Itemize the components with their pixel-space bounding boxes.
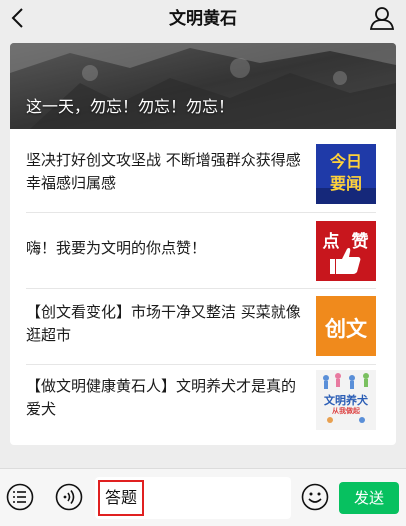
thumbs-up-icon — [330, 248, 361, 274]
news-item[interactable]: 嗨！我要为文明的你点赞！ 点 赞 — [10, 213, 396, 289]
news-title: 【创文看变化】市场干净又整洁 买菜就像逛超市 — [26, 303, 301, 344]
top-nav-bar: 文明黄石 — [0, 0, 406, 38]
news-title: 坚决打好创文攻坚战 不断增强群众获得感幸福感归属感 — [26, 151, 301, 192]
voice-icon[interactable] — [55, 483, 83, 511]
chat-input-toolbar: 答题 发送 — [0, 468, 406, 526]
banner-title: 这一天，勿忘！勿忘！勿忘！ — [26, 97, 235, 116]
message-input[interactable]: 答题 — [95, 477, 291, 519]
news-item[interactable]: 【做文明健康黄石人】文明养犬才是真的爱犬 文明养犬 从我做起 — [10, 365, 396, 441]
input-value-highlight: 答题 — [98, 480, 144, 516]
list-icon[interactable] — [6, 483, 34, 511]
news-thumbnail: 创文 — [316, 296, 376, 356]
page-title: 文明黄石 — [169, 9, 237, 29]
news-title: 嗨！我要为文明的你点赞！ — [26, 239, 207, 257]
send-button[interactable]: 发送 — [339, 482, 399, 514]
news-thumbnail: 点 赞 — [316, 221, 376, 281]
news-item[interactable]: 坚决打好创文攻坚战 不断增强群众获得感幸福感归属感 今日 要闻 — [10, 137, 396, 213]
news-item[interactable]: 【创文看变化】市场干净又整洁 买菜就像逛超市 创文 — [10, 289, 396, 365]
news-title: 【做文明健康黄石人】文明养犬才是真的爱犬 — [26, 377, 297, 418]
person-icon[interactable] — [368, 4, 396, 32]
emoji-icon[interactable] — [301, 483, 329, 511]
news-thumbnail: 文明养犬 从我做起 — [316, 370, 376, 430]
article-card: 这一天，勿忘！勿忘！勿忘！ 坚决打好创文攻坚战 不断增强群众获得感幸福感归属感 … — [10, 43, 396, 445]
banner-article[interactable]: 这一天，勿忘！勿忘！勿忘！ — [10, 43, 396, 129]
news-thumbnail: 今日 要闻 — [316, 144, 376, 204]
